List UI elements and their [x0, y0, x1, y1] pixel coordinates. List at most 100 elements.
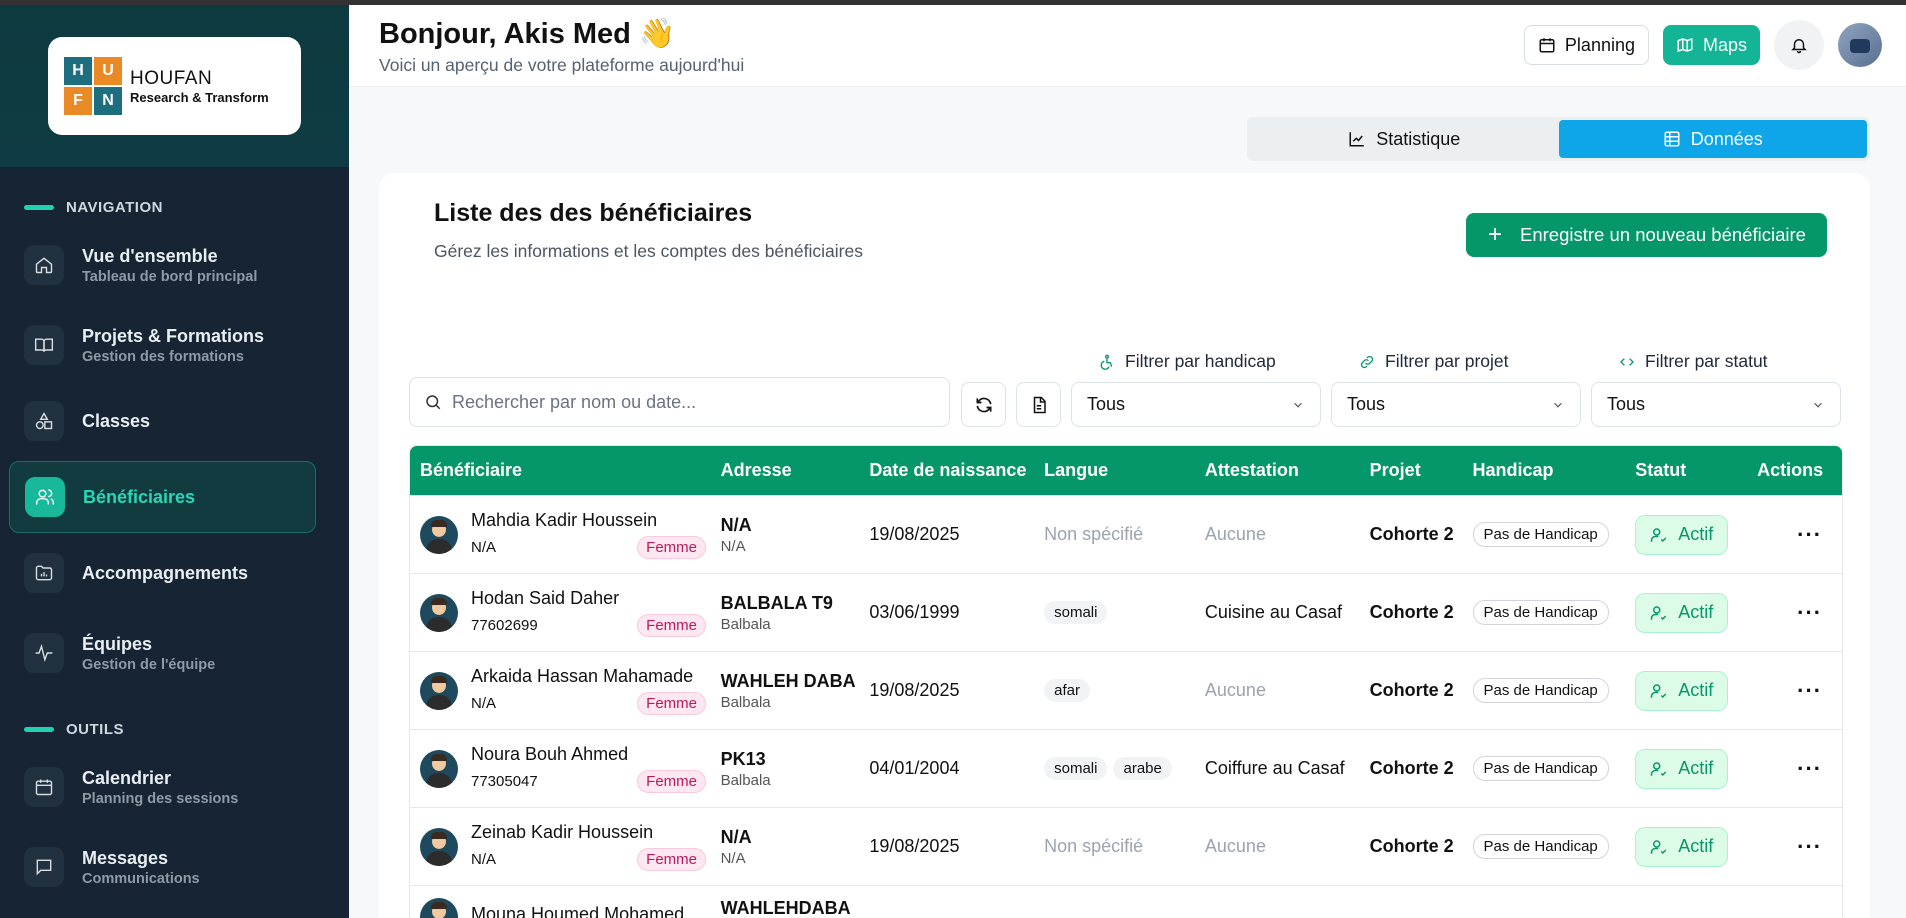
address-line1: WAHLEHDABA — [720, 898, 851, 918]
section-title: OUTILS — [66, 720, 124, 738]
beneficiary-name[interactable]: Zeinab Kadir Houssein — [471, 822, 706, 843]
search-icon — [426, 395, 441, 410]
cell-attestation: Aucune — [1205, 524, 1370, 545]
table-row[interactable]: Mouna Houmed Mohamed WAHLEHDABA ··· — [410, 885, 1842, 918]
beneficiary-name[interactable]: Arkaida Hassan Mahamade — [471, 666, 706, 687]
cell-dob: 19/08/2025 — [869, 680, 960, 700]
section-bar — [24, 726, 54, 732]
section-bar — [24, 204, 54, 210]
plus-icon: + — [1488, 221, 1503, 248]
sidebar-item-beneficiaires[interactable]: Bénéficiaires — [9, 461, 316, 533]
tab-statistique[interactable]: Statistique — [1250, 120, 1559, 158]
section-title: NAVIGATION — [66, 198, 163, 216]
beneficiary-name[interactable]: Mahdia Kadir Houssein — [471, 510, 706, 531]
sidebar-item-equipes[interactable]: Équipes Gestion de l'équipe — [0, 617, 349, 689]
table-row[interactable]: Mahdia Kadir Houssein N/A Femme N/A N/A … — [410, 495, 1842, 573]
column-header[interactable]: Projet — [1370, 460, 1473, 481]
more-actions-icon[interactable]: ··· — [1757, 756, 1822, 781]
message-icon — [24, 847, 64, 887]
beneficiary-name[interactable]: Hodan Said Daher — [471, 588, 706, 609]
filter-label-text: Filtrer par handicap — [1125, 351, 1276, 371]
cell-statut: Actif — [1635, 514, 1757, 555]
column-header[interactable]: Statut — [1635, 460, 1757, 481]
sidebar-item-vue-ensemble[interactable]: Vue d'ensemble Tableau de bord principal — [0, 229, 349, 301]
cell-handicap: Pas de Handicap — [1472, 834, 1636, 859]
logo[interactable]: H U F N HOUFAN Research & Transform — [48, 37, 301, 135]
beneficiary-name[interactable]: Mouna Houmed Mohamed — [471, 904, 706, 918]
link-icon — [1360, 355, 1374, 368]
cell-projet: Cohorte 2 — [1369, 836, 1454, 856]
beneficiary-phone: 77305047 — [471, 773, 538, 790]
handicap-badge: Pas de Handicap — [1472, 678, 1609, 703]
column-header[interactable]: Bénéficiaire — [410, 460, 721, 481]
table-row[interactable]: Arkaida Hassan Mahamade N/A Femme WAHLEH… — [410, 651, 1842, 729]
filter-label-statut: Filtrer par statut — [1619, 351, 1768, 372]
maps-button[interactable]: Maps — [1662, 25, 1760, 65]
table-row[interactable]: Noura Bouh Ahmed 77305047 Femme PK13 Bal… — [410, 729, 1842, 807]
column-header[interactable]: Attestation — [1205, 460, 1370, 481]
planning-button[interactable]: Planning — [1523, 25, 1649, 65]
more-actions-icon[interactable]: ··· — [1757, 678, 1822, 703]
select-value: Tous — [1087, 394, 1126, 414]
handicap-badge: Pas de Handicap — [1472, 522, 1609, 547]
attestation-text: Coiffure au Casaf — [1204, 758, 1345, 778]
statut-select[interactable]: Tous — [1591, 382, 1841, 427]
user-avatar[interactable] — [1838, 23, 1882, 67]
refresh-button[interactable] — [961, 382, 1006, 427]
cell-langue: somali — [1044, 601, 1205, 624]
sidebar-item-calendrier[interactable]: Calendrier Planning des sessions — [0, 751, 349, 823]
sidebar-item-accompagnements[interactable]: Accompagnements — [0, 537, 349, 609]
handicap-select[interactable]: Tous — [1071, 382, 1321, 427]
avatar — [420, 827, 458, 866]
beneficiary-phone: 77602699 — [471, 617, 538, 634]
add-beneficiary-button[interactable]: + Enregistre un nouveau bénéficiaire — [1466, 213, 1827, 257]
cell-adresse: PK13 Balbala — [721, 749, 870, 789]
address-line2: N/A — [720, 849, 746, 867]
sidebar-item-projets[interactable]: Projets & Formations Gestion des formati… — [0, 309, 349, 381]
select-value: Tous — [1347, 394, 1386, 414]
column-header[interactable]: Adresse — [721, 460, 870, 481]
map-icon — [1677, 37, 1693, 53]
status-badge: Actif — [1635, 514, 1729, 555]
address-line1: PK13 — [720, 748, 766, 769]
status-label: Actif — [1678, 524, 1714, 544]
avatar — [420, 593, 458, 632]
attestation-text: Aucune — [1204, 836, 1266, 856]
shapes-icon — [24, 401, 64, 441]
avatar — [420, 898, 458, 918]
beneficiary-meta: N/A Femme — [471, 848, 706, 871]
status-badge: Actif — [1635, 592, 1729, 633]
column-header[interactable]: Handicap — [1473, 460, 1636, 481]
logo-name: HOUFAN — [130, 67, 213, 89]
section-outils: OUTILS — [0, 715, 349, 743]
sidebar-item-messages[interactable]: Messages Communications — [0, 831, 349, 903]
sidebar-item-classes[interactable]: Classes — [0, 385, 349, 457]
projet-select[interactable]: Tous — [1331, 382, 1581, 427]
topbar: Bonjour, Akis Med 👋 Voici un aperçu de v… — [349, 5, 1906, 87]
more-actions-icon[interactable]: ··· — [1757, 834, 1822, 859]
column-header[interactable]: Langue — [1044, 460, 1205, 481]
avatar — [420, 515, 458, 554]
search-input[interactable]: Rechercher par nom ou date... — [409, 377, 950, 427]
beneficiary-name[interactable]: Noura Bouh Ahmed — [471, 744, 706, 765]
tab-donnees[interactable]: Données — [1558, 120, 1867, 158]
cell-dob: 19/08/2025 — [869, 524, 960, 544]
notifications-button[interactable] — [1774, 20, 1824, 70]
column-header[interactable]: Date de naissance — [869, 460, 1044, 481]
address-line2: Balbala — [720, 693, 771, 711]
bell-icon — [1791, 39, 1807, 54]
activity-icon — [24, 633, 64, 673]
status-badge: Actif — [1635, 748, 1729, 789]
tab-label: Données — [1690, 128, 1763, 149]
table-row[interactable]: Hodan Said Daher 77602699 Femme BALBALA … — [410, 573, 1842, 651]
more-actions-icon[interactable]: ··· — [1757, 600, 1822, 625]
more-actions-icon[interactable]: ··· — [1757, 522, 1822, 547]
cell-adresse: WAHLEHDABA — [721, 898, 870, 918]
table-row[interactable]: Zeinab Kadir Houssein N/A Femme N/A N/A … — [410, 807, 1842, 885]
beneficiary-phone: N/A — [471, 539, 497, 556]
app-window: H U F N HOUFAN Research & Transform NAVI… — [0, 5, 1906, 918]
cell-langue: afar — [1044, 679, 1205, 702]
cell-attestation: Cuisine au Casaf — [1205, 602, 1370, 623]
export-button[interactable] — [1016, 382, 1061, 427]
beneficiary-meta: 77305047 Femme — [471, 770, 706, 793]
